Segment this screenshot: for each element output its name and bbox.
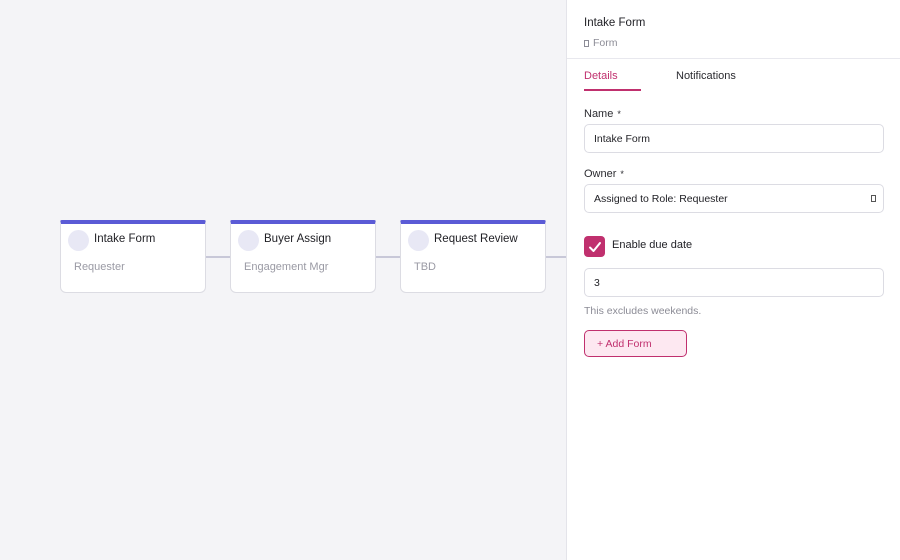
node-avatar-icon — [408, 230, 429, 251]
node-avatar-icon — [68, 230, 89, 251]
owner-label-text: Owner — [584, 168, 617, 180]
workflow-canvas[interactable]: Intake Form Requester Buyer Assign Engag… — [0, 0, 566, 560]
enable-due-date-checkbox[interactable] — [584, 236, 605, 257]
due-date-days-value: 3 — [594, 276, 600, 289]
required-marker: * — [617, 109, 621, 119]
panel-header: Intake Form Form — [567, 0, 900, 59]
node-subtitle: TBD — [414, 261, 436, 273]
details-panel: Intake Form Form Details Notifications N… — [566, 0, 900, 560]
panel-title: Intake Form — [584, 17, 646, 29]
name-input-value: Intake Form — [594, 132, 651, 145]
node-subtitle: Engagement Mgr — [244, 261, 329, 273]
owner-select-value: Assigned to Role: Requester — [594, 192, 728, 205]
form-icon — [584, 39, 589, 47]
node-title: Buyer Assign — [264, 233, 332, 245]
add-form-button[interactable]: + Add Form — [584, 330, 687, 357]
node-avatar-icon — [238, 230, 259, 251]
chevron-down-icon[interactable] — [871, 195, 876, 202]
name-input[interactable]: Intake Form — [584, 124, 884, 153]
panel-type-label: Form — [593, 37, 618, 49]
owner-field-label: Owner * — [584, 168, 624, 180]
panel-tabs: Details Notifications — [567, 59, 900, 91]
tab-notifications[interactable]: Notifications — [676, 59, 736, 91]
due-date-days-input[interactable]: 3 — [584, 268, 884, 297]
connector-line — [206, 256, 230, 258]
check-icon — [588, 241, 601, 252]
name-field-label: Name * — [584, 108, 621, 120]
node-subtitle: Requester — [74, 261, 125, 273]
connector-line — [376, 256, 400, 258]
panel-type: Form — [584, 37, 900, 49]
tab-details[interactable]: Details — [584, 59, 641, 91]
connector-line — [546, 256, 566, 258]
owner-select[interactable]: Assigned to Role: Requester — [584, 184, 884, 213]
workflow-node-buyer-assign[interactable]: Buyer Assign Engagement Mgr — [230, 220, 376, 293]
enable-due-date-label: Enable due date — [612, 239, 693, 251]
node-title: Intake Form — [94, 233, 156, 245]
name-label-text: Name — [584, 108, 614, 120]
workflow-node-intake-form[interactable]: Intake Form Requester — [60, 220, 206, 293]
due-date-hint: This excludes weekends. — [584, 305, 702, 317]
required-marker: * — [620, 169, 624, 179]
workflow-node-request-review[interactable]: Request Review TBD — [400, 220, 546, 293]
node-title: Request Review — [434, 233, 518, 245]
